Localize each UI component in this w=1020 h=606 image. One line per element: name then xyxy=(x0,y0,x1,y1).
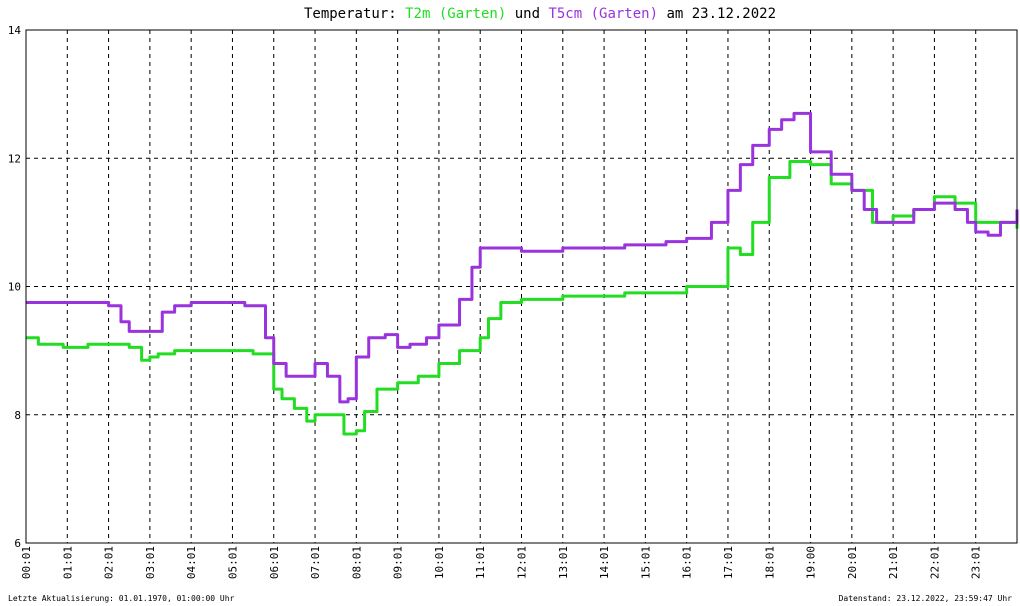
y-tick-label: 14 xyxy=(8,24,22,37)
x-tick-label: 02:01 xyxy=(103,546,116,579)
tick-layer: 00:01 01:01 02:01 03:01 04:01 05:01 06:01 07:01… xyxy=(8,24,983,579)
y-tick-label: 6 xyxy=(14,537,21,550)
grid-layer xyxy=(26,30,1017,543)
x-tick-label: 22:01 xyxy=(928,546,941,579)
x-tick-label: 14:01 xyxy=(598,546,611,579)
temperature-chart: Temperatur: T2m (Garten) und T5cm (Garte… xyxy=(8,6,1019,603)
title-prefix: Temperatur: xyxy=(304,6,405,22)
x-tick-label: 19:00 xyxy=(805,546,818,579)
x-tick-label: 08:01 xyxy=(350,546,363,579)
x-tick-label: 05:01 xyxy=(226,546,239,579)
footer-right: Datenstand: 23.12.2022, 23:59:47 Uhr xyxy=(839,594,1013,603)
x-tick-label: 16:01 xyxy=(681,546,694,579)
x-tick-label: 21:01 xyxy=(887,546,900,579)
x-tick-label: 11:01 xyxy=(474,546,487,579)
x-tick-label: 17:01 xyxy=(722,546,735,579)
x-tick-label: 03:01 xyxy=(144,546,157,579)
x-tick-label: 07:01 xyxy=(309,546,322,579)
x-tick-label: 18:01 xyxy=(763,546,776,579)
x-tick-label: 06:01 xyxy=(268,546,281,579)
y-tick-label: 12 xyxy=(8,152,21,165)
x-tick-label: 10:01 xyxy=(433,546,446,579)
x-tick-label: 01:01 xyxy=(61,546,74,579)
x-tick-label: 13:01 xyxy=(557,546,570,579)
x-tick-label: 09:01 xyxy=(392,546,405,579)
y-tick-label: 8 xyxy=(14,409,21,422)
y-tick-label: 10 xyxy=(8,281,21,294)
footer-left: Letzte Aktualisierung: 01.01.1970, 01:00… xyxy=(8,594,235,603)
x-tick-label: 23:01 xyxy=(970,546,983,579)
chart-title: Temperatur: T2m (Garten) und T5cm (Garte… xyxy=(304,6,776,22)
title-mid: und xyxy=(515,6,549,22)
x-tick-label: 15:01 xyxy=(639,546,652,579)
title-series-t5cm: T5cm (Garten) xyxy=(548,6,658,22)
x-tick-label: 12:01 xyxy=(516,546,529,579)
title-suffix: am 23.12.2022 xyxy=(666,6,776,22)
x-tick-label: 04:01 xyxy=(185,546,198,579)
title-series-t2m: T2m (Garten) xyxy=(405,6,506,22)
x-tick-label: 20:01 xyxy=(846,546,859,579)
x-tick-label: 00:01 xyxy=(20,546,33,579)
